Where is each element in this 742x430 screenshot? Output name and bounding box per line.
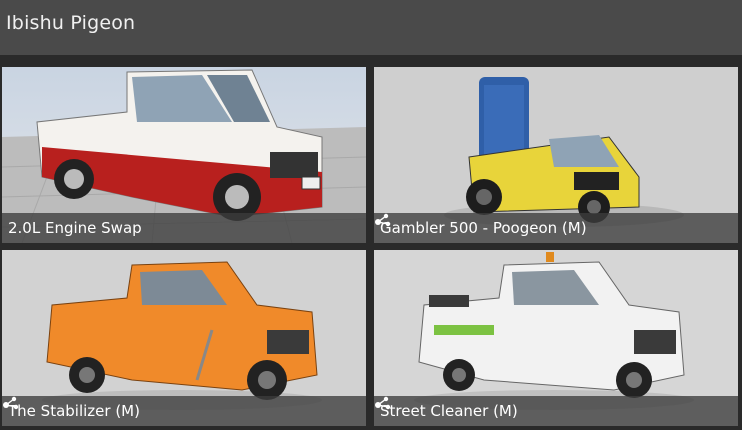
config-caption: 2.0L Engine Swap	[2, 213, 366, 243]
config-grid: 2.0L Engine Swap Gambler 500 - Poogeon (…	[0, 64, 742, 430]
config-tile-the-stabilizer[interactable]: The Stabilizer (M)	[2, 250, 366, 426]
mod-share-icon	[375, 396, 391, 410]
config-tile-engine-swap[interactable]: 2.0L Engine Swap	[2, 67, 366, 243]
page-title: Ibishu Pigeon	[6, 12, 136, 34]
config-label: Street Cleaner (M)	[380, 402, 518, 420]
mod-share-icon	[375, 213, 391, 227]
config-caption: Street Cleaner (M)	[374, 396, 738, 426]
config-label: Gambler 500 - Poogeon (M)	[380, 219, 587, 237]
config-label: 2.0L Engine Swap	[8, 219, 142, 237]
config-tile-street-cleaner[interactable]: Street Cleaner (M)	[374, 250, 738, 426]
config-tile-gambler-500-poogeon[interactable]: Gambler 500 - Poogeon (M)	[374, 67, 738, 243]
mod-share-icon	[3, 396, 19, 410]
config-caption: The Stabilizer (M)	[2, 396, 366, 426]
config-label: The Stabilizer (M)	[8, 402, 140, 420]
config-caption: Gambler 500 - Poogeon (M)	[374, 213, 738, 243]
page-header: Ibishu Pigeon	[0, 0, 742, 55]
